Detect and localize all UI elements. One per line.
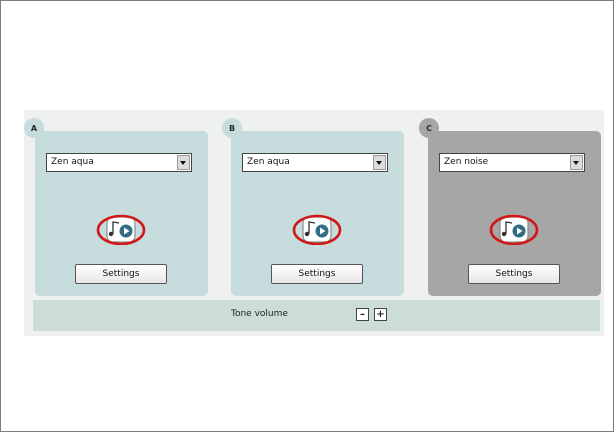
sound-select-a[interactable]: Zen aqua — [46, 153, 192, 172]
preview-play-icon[interactable] — [96, 213, 146, 245]
preview-play-icon[interactable] — [292, 213, 342, 245]
volume-decrease-button[interactable]: – — [356, 308, 369, 321]
tone-volume-bar: Tone volume – + — [33, 300, 600, 331]
chevron-down-icon[interactable] — [177, 155, 190, 170]
sound-select-a-value: Zen aqua — [51, 157, 94, 167]
music-note-head — [304, 231, 310, 237]
chevron-down-icon[interactable] — [373, 155, 386, 170]
tone-panel-c: Zen noise Settings — [428, 131, 601, 296]
volume-increase-button[interactable]: + — [374, 308, 387, 321]
chevron-down-icon[interactable] — [570, 155, 583, 170]
tone-volume-label: Tone volume — [231, 309, 288, 319]
settings-button-b[interactable]: Settings — [271, 264, 363, 284]
settings-button-c[interactable]: Settings — [468, 264, 560, 284]
settings-button-a[interactable]: Settings — [75, 264, 167, 284]
music-note-head — [501, 231, 507, 237]
sound-select-c[interactable]: Zen noise — [439, 153, 585, 172]
sound-select-c-value: Zen noise — [444, 157, 489, 167]
preview-play-icon[interactable] — [489, 213, 539, 245]
tone-panel-a: Zen aqua Settings — [35, 131, 208, 296]
sound-select-b[interactable]: Zen aqua — [242, 153, 388, 172]
music-note-head — [108, 231, 114, 237]
sound-select-b-value: Zen aqua — [247, 157, 290, 167]
tone-panel-b: Zen aqua Settings — [231, 131, 404, 296]
